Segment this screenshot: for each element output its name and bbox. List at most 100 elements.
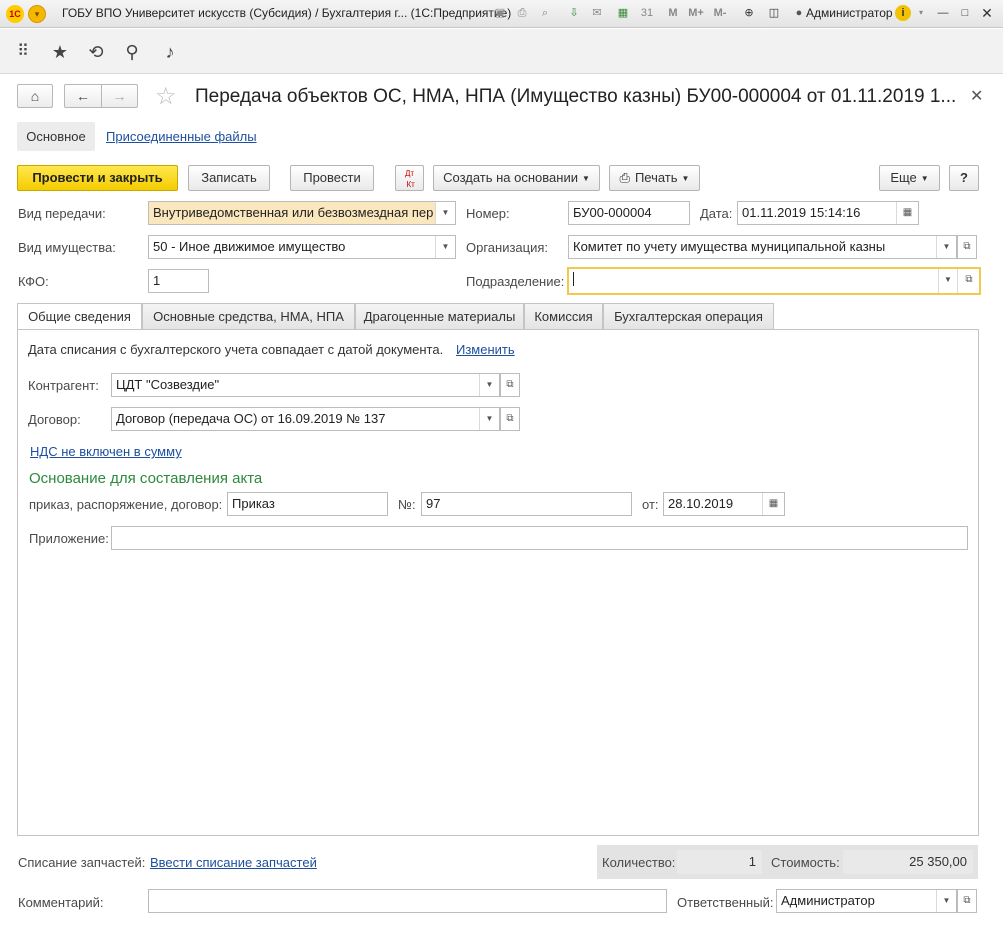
cost-value: 25 350,00 — [843, 850, 973, 874]
attachment-label: Приложение: — [29, 531, 109, 546]
email-icon[interactable]: ✉ — [589, 5, 605, 21]
open-contract-icon[interactable]: ⧉ — [500, 407, 520, 431]
contract-field[interactable]: Договор (передача ОС) от 16.09.2019 № 13… — [111, 407, 500, 431]
chevron-down-icon: ▼ — [581, 174, 590, 183]
number-field[interactable]: БУ00-000004 — [568, 201, 690, 225]
tab-precious-materials[interactable]: Драгоценные материалы — [355, 303, 524, 330]
search-icon[interactable]: ⚲ — [121, 41, 143, 63]
transfer-type-value: Внутриведомственная или безвозмездная пе… — [153, 205, 434, 220]
info-dropdown-icon[interactable]: ▾ — [913, 5, 929, 21]
dropdown-arrow-icon[interactable]: ▼ — [938, 269, 958, 293]
chevron-down-icon: ▼ — [920, 174, 929, 183]
tab-attached-files[interactable]: Присоединенные файлы — [106, 129, 257, 144]
memory-minus-button[interactable]: M- — [710, 5, 730, 21]
date-value: 01.11.2019 15:14:16 — [742, 205, 861, 220]
close-window-icon[interactable]: ✕ — [979, 5, 995, 21]
save-icon[interactable]: ▣ — [492, 5, 508, 21]
memory-plus-button[interactable]: M+ — [686, 5, 706, 21]
tab-fixed-assets[interactable]: Основные средства, НМА, НПА — [142, 303, 355, 330]
zoom-icon[interactable]: ⊕ — [741, 5, 757, 21]
basis-number-field[interactable]: 97 — [421, 492, 632, 516]
attachment-field[interactable] — [111, 526, 968, 550]
calendar-icon[interactable]: 31 — [639, 5, 655, 21]
save-file-icon[interactable]: ⇩ — [566, 5, 582, 21]
history-icon[interactable]: ⟲ — [85, 41, 107, 63]
create-based-on-button[interactable]: Создать на основании ▼ — [433, 165, 600, 191]
forward-button[interactable]: → — [101, 84, 138, 108]
panel-icon[interactable]: ◫ — [766, 5, 782, 21]
counterparty-value: ЦДТ "Созвездие" — [116, 377, 220, 392]
save-button[interactable]: Записать — [188, 165, 270, 191]
date-field[interactable]: 01.11.2019 15:14:16 ▦ — [737, 201, 919, 225]
home-button[interactable]: ⌂ — [17, 84, 53, 108]
comment-field[interactable] — [148, 889, 667, 913]
info-icon[interactable]: i — [895, 5, 911, 21]
post-button[interactable]: Провести — [290, 165, 374, 191]
open-org-icon[interactable]: ⧉ — [957, 235, 977, 259]
help-button[interactable]: ? — [949, 165, 979, 191]
number-label: Номер: — [466, 206, 510, 221]
property-type-field[interactable]: 50 - Иное движимое имущество ▼ — [148, 235, 456, 259]
dt-kt-button[interactable]: Дт Кт — [395, 165, 424, 191]
close-icon[interactable]: ✕ — [970, 86, 983, 106]
vat-link[interactable]: НДС не включен в сумму — [30, 444, 182, 459]
dropdown-arrow-icon[interactable]: ▼ — [936, 236, 956, 258]
calendar-icon[interactable]: ▦ — [762, 493, 784, 515]
kfo-field[interactable]: 1 — [148, 269, 209, 293]
open-counterparty-icon[interactable]: ⧉ — [500, 373, 520, 397]
app-logo-icon: 1С — [6, 5, 24, 23]
favorites-star-icon[interactable]: ★ — [49, 41, 71, 63]
favorite-star-icon[interactable]: ☆ — [155, 82, 177, 111]
org-field[interactable]: Комитет по учету имущества муниципальной… — [568, 235, 957, 259]
calendar-icon[interactable]: ▦ — [896, 202, 918, 224]
dropdown-arrow-icon[interactable]: ▼ — [936, 890, 956, 912]
basis-date-field[interactable]: 28.10.2019 ▦ — [663, 492, 785, 516]
back-button[interactable]: ← — [64, 84, 102, 108]
basis-date-value: 28.10.2019 — [668, 496, 734, 511]
dropdown-arrow-icon[interactable]: ▼ — [479, 374, 499, 396]
tab-general[interactable]: Общие сведения — [17, 303, 142, 331]
main-menu-icon[interactable]: ▾ — [28, 5, 46, 23]
cost-label: Стоимость: — [771, 855, 840, 870]
writeoff-note: Дата списания с бухгалтерского учета сов… — [28, 342, 444, 357]
parts-link[interactable]: Ввести списание запчастей — [150, 855, 317, 870]
memory-m-button[interactable]: M — [665, 5, 681, 21]
tab-accounting-operation[interactable]: Бухгалтерская операция — [603, 303, 774, 330]
page-title: Передача объектов ОС, НМА, НПА (Имуществ… — [195, 86, 957, 107]
transfer-type-label: Вид передачи: — [18, 206, 106, 221]
sections-grid-icon[interactable]: ⠿ — [12, 41, 34, 63]
open-responsible-icon[interactable]: ⧉ — [957, 889, 977, 913]
parts-label: Списание запчастей: — [18, 855, 146, 870]
print-icon[interactable]: ⎙ — [514, 5, 530, 21]
spreadsheet-icon[interactable]: ▦ — [615, 5, 631, 21]
current-user[interactable]: Администратор — [806, 6, 893, 20]
tab-main[interactable]: Основное — [17, 122, 95, 151]
counterparty-field[interactable]: ЦДТ "Созвездие" ▼ — [111, 373, 500, 397]
window-title: ГОБУ ВПО Университет искусств (Субсидия)… — [62, 6, 512, 20]
app-toolbar: ⠿ ★ ⟲ ⚲ ♪ — [0, 29, 1003, 74]
open-dept-icon[interactable]: ⧉ — [959, 269, 979, 293]
dropdown-arrow-icon[interactable]: ▼ — [435, 236, 455, 258]
tab-commission[interactable]: Комиссия — [524, 303, 603, 330]
text-cursor — [573, 272, 574, 286]
dept-field[interactable]: ▼ ⧉ — [567, 267, 981, 295]
notifications-bell-icon[interactable]: ♪ — [159, 41, 181, 63]
maximize-icon[interactable]: □ — [957, 5, 973, 21]
counterparty-label: Контрагент: — [28, 378, 99, 393]
print-button[interactable]: ⎙ Печать ▼ — [609, 165, 700, 191]
window-titlebar: 1С ▾ ГОБУ ВПО Университет искусств (Субс… — [0, 0, 1003, 28]
more-label: Еще — [890, 170, 917, 185]
change-link[interactable]: Изменить — [456, 342, 515, 357]
transfer-type-field[interactable]: Внутриведомственная или безвозмездная пе… — [148, 201, 456, 225]
basis-field[interactable]: Приказ — [227, 492, 388, 516]
dt-kt-icon: Дт Кт — [404, 169, 415, 189]
responsible-field[interactable]: Администратор ▼ — [776, 889, 957, 913]
qty-value: 1 — [677, 850, 762, 874]
dropdown-arrow-icon[interactable]: ▼ — [479, 408, 499, 430]
totals-panel: Количество: 1 Стоимость: 25 350,00 — [597, 845, 978, 879]
post-and-close-button[interactable]: Провести и закрыть — [17, 165, 178, 191]
dropdown-arrow-icon[interactable]: ▼ — [435, 202, 455, 224]
preview-icon[interactable]: ⌕ — [537, 5, 553, 21]
minimize-icon[interactable]: — — [935, 5, 951, 21]
more-button[interactable]: Еще ▼ — [879, 165, 940, 191]
